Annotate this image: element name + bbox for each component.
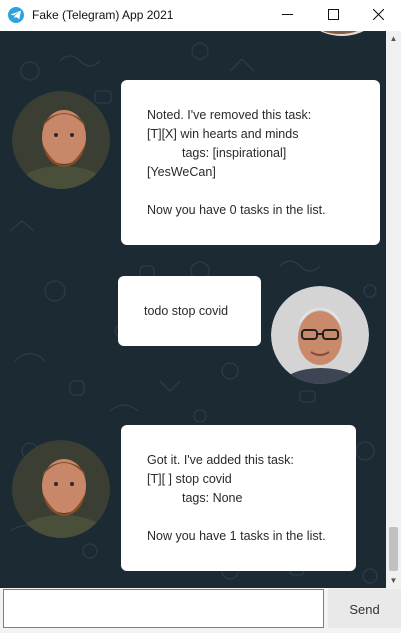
chat-scrollbar[interactable]: ▲ ▼: [386, 31, 401, 588]
message-text: todo stop covid: [144, 304, 229, 318]
window-title: Fake (Telegram) App 2021: [32, 8, 174, 22]
message-bubble-user: todo stop covid: [118, 276, 261, 346]
maximize-button[interactable]: [310, 0, 356, 31]
telegram-icon: [8, 7, 24, 23]
message-text: Noted. I've removed this task:: [147, 108, 312, 122]
message-bubble-bot: Noted. I've removed this task: [T][X] wi…: [121, 80, 380, 245]
message-text: Now you have 1 tasks in the list.: [147, 529, 326, 543]
user-avatar: [271, 286, 369, 384]
bot-avatar: [12, 91, 110, 189]
message-text: tags: [inspirational]: [182, 146, 287, 160]
send-button[interactable]: Send: [328, 589, 401, 628]
chevron-down-icon: ▼: [389, 576, 398, 585]
minimize-icon: [281, 7, 293, 25]
minimize-button[interactable]: [264, 0, 310, 31]
message-text: Now you have 0 tasks in the list.: [147, 203, 326, 217]
scroll-thumb[interactable]: [389, 527, 398, 571]
chevron-up-icon: ▲: [389, 34, 398, 43]
bot-avatar: [12, 440, 110, 538]
close-button[interactable]: [355, 0, 401, 31]
message-text: [YesWeCan]: [147, 165, 216, 179]
scroll-down-button[interactable]: ▼: [386, 573, 401, 588]
message-input[interactable]: [3, 589, 324, 628]
scroll-up-button[interactable]: ▲: [386, 31, 401, 46]
message-text: [T][X] win hearts and minds: [147, 127, 299, 141]
message-bubble-bot: Got it. I've added this task: [T][ ] sto…: [121, 425, 356, 571]
message-input-bar: Send: [0, 588, 401, 633]
maximize-icon: [327, 7, 339, 25]
chat-area[interactable]: Noted. I've removed this task: [T][X] wi…: [0, 31, 386, 588]
message-text: Got it. I've added this task:: [147, 453, 294, 467]
close-icon: [372, 7, 384, 25]
message-text: [T][ ] stop covid: [147, 472, 232, 486]
title-bar: Fake (Telegram) App 2021: [0, 0, 401, 32]
message-text: tags: None: [182, 491, 243, 505]
